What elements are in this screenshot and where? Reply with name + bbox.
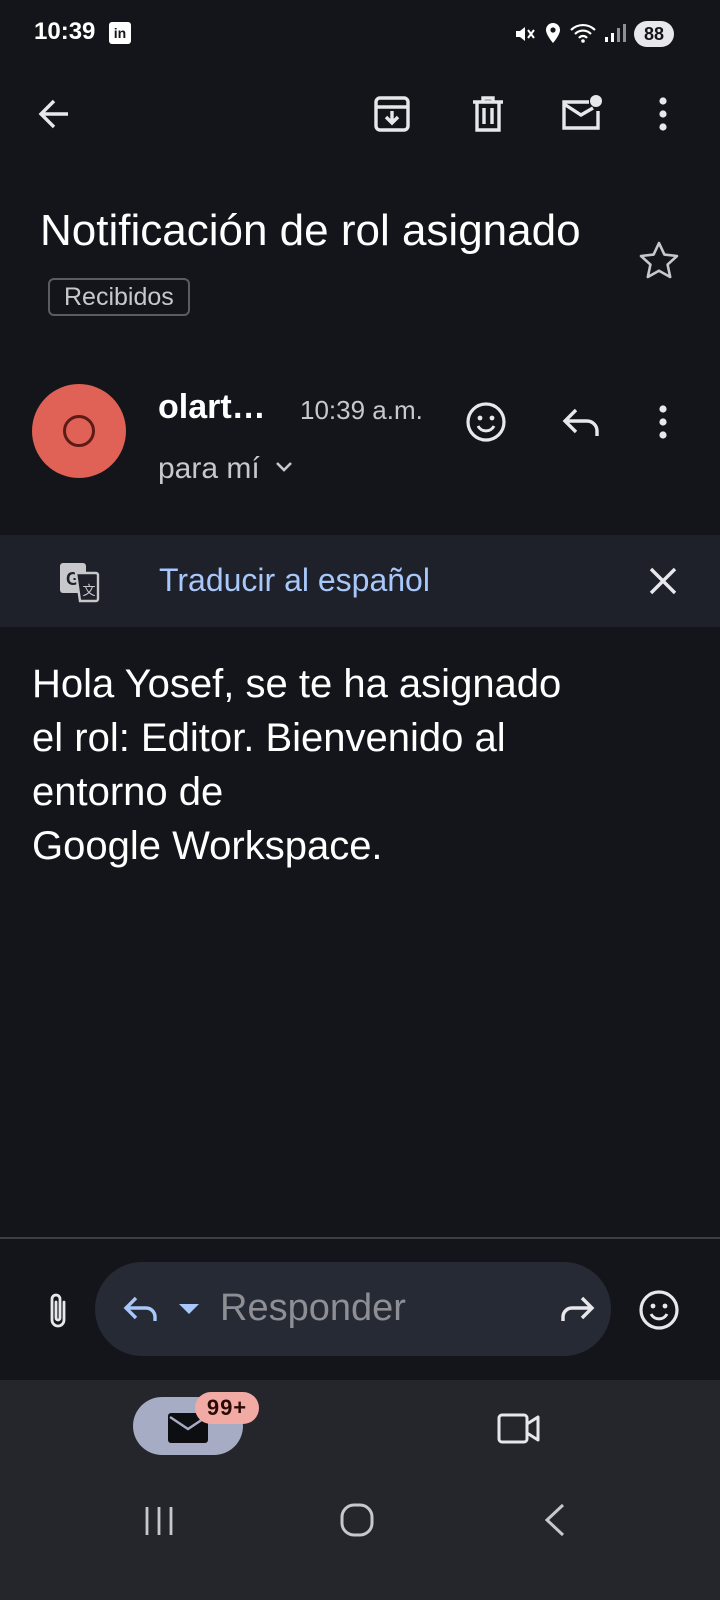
battery-indicator: 88: [634, 21, 674, 47]
subject-text: Notificación de rol asignado: [40, 206, 581, 255]
recipient-label: para mí: [158, 452, 260, 485]
linkedin-notification-icon: in: [109, 22, 131, 44]
divider: [0, 1237, 720, 1239]
home-icon[interactable]: [339, 1502, 375, 1538]
emoji-icon[interactable]: [638, 1289, 680, 1331]
svg-text:文: 文: [82, 583, 95, 598]
wifi-icon: [570, 23, 596, 43]
body-line: Google Workspace.: [32, 824, 383, 868]
location-icon: [545, 22, 561, 44]
reply-icon[interactable]: [560, 404, 602, 440]
body-line: Hola Yosef, se te ha asignado: [32, 662, 562, 706]
email-body: Hola Yosef, se te ha asignado el rol: Ed…: [32, 657, 692, 873]
chevron-down-icon: [274, 460, 294, 474]
message-more-icon[interactable]: [648, 404, 678, 440]
reply-placeholder[interactable]: Responder: [220, 1287, 406, 1330]
status-time: 10:39: [34, 18, 96, 45]
emoji-reaction-icon[interactable]: [465, 401, 507, 443]
reply-mode-icon[interactable]: [122, 1292, 162, 1326]
dropdown-arrow-icon[interactable]: [178, 1303, 200, 1315]
more-vert-icon[interactable]: [648, 96, 678, 132]
body-line: entorno de: [32, 770, 224, 814]
recipient-toggle[interactable]: para mí: [158, 452, 292, 486]
body-line: el rol: Editor. Bienvenido al: [32, 716, 506, 760]
signal-icon: [604, 23, 628, 43]
recent-apps-icon[interactable]: [142, 1504, 176, 1538]
back-arrow-icon[interactable]: [34, 94, 74, 134]
folder-chip[interactable]: Recibidos: [48, 278, 190, 317]
video-meet-icon[interactable]: [496, 1408, 542, 1448]
translate-link[interactable]: Traducir al español: [159, 562, 430, 599]
forward-icon[interactable]: [556, 1292, 596, 1326]
email-time: 10:39 a.m.: [300, 395, 423, 425]
mute-icon: [514, 24, 536, 44]
trash-icon[interactable]: [468, 94, 508, 134]
unread-count-badge: 99+: [195, 1392, 259, 1424]
back-nav-icon[interactable]: [542, 1502, 568, 1538]
bottom-navigation: [0, 1380, 720, 1600]
close-icon[interactable]: [648, 566, 678, 596]
star-icon[interactable]: [638, 240, 680, 280]
archive-icon[interactable]: [372, 94, 412, 134]
sender-name[interactable]: olart…: [158, 388, 266, 427]
avatar-initial: [63, 415, 95, 447]
translate-icon: G 文: [58, 561, 100, 603]
attachment-icon[interactable]: [44, 1290, 72, 1332]
email-subject: Notificación de rol asignado Recibidos: [40, 196, 600, 336]
mark-unread-icon[interactable]: [560, 94, 604, 134]
